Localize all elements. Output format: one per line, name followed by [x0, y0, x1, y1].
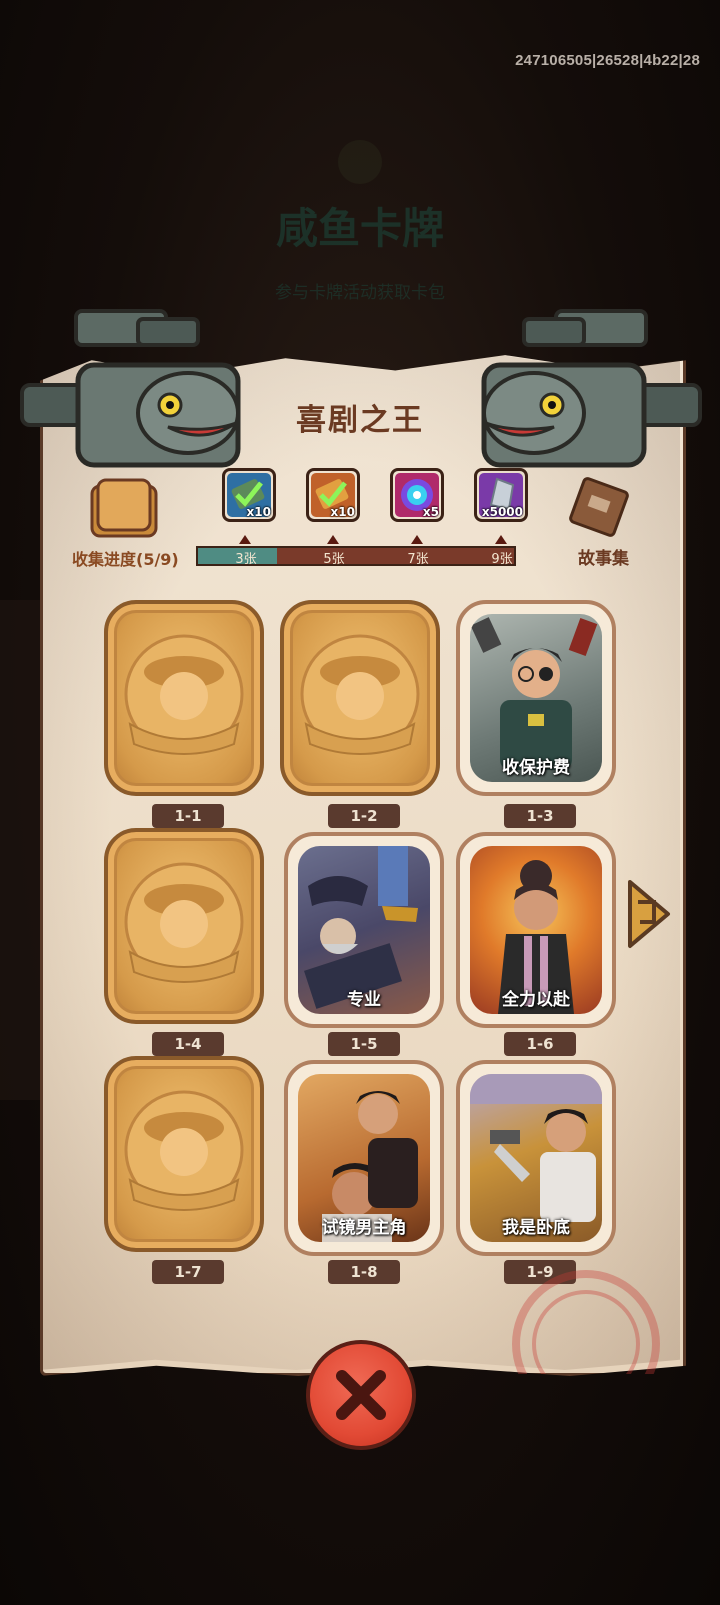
milestone-label: 3张 [235, 552, 257, 567]
card-unlocked[interactable]: 全力以赴 [456, 832, 616, 1028]
story-book-icon[interactable] [566, 474, 632, 538]
card-title: 专业 [347, 990, 381, 1010]
locked-portrait-icon [124, 862, 244, 983]
card-unlocked[interactable]: 收保护费 [456, 600, 616, 796]
milestone-marker [495, 535, 507, 544]
reward-swirl-orb[interactable]: x5 [390, 468, 444, 522]
background-emblem-icon [338, 140, 382, 184]
panel-title: 喜剧之王 [296, 403, 424, 438]
card-number: 1-3 [504, 804, 576, 828]
card-number: 1-6 [504, 1032, 576, 1056]
card-pack-icon[interactable] [88, 478, 160, 540]
stamp-seal-icon [512, 1270, 660, 1374]
card-number: 1-7 [152, 1260, 224, 1284]
close-icon [336, 1370, 386, 1420]
locked-portrait-icon [300, 634, 420, 755]
background-title: 咸鱼卡牌 [275, 204, 444, 253]
background-side-bar [0, 600, 40, 1100]
fish-camera-right-icon [481, 309, 702, 468]
card-locked[interactable] [280, 600, 440, 796]
reward-qty: x5 [422, 505, 439, 519]
card-title: 收保护费 [502, 758, 570, 778]
card-title: 全力以赴 [502, 990, 570, 1010]
card-title: 试镜男主角 [321, 1218, 407, 1238]
milestone-marker [327, 535, 339, 544]
card-locked[interactable] [104, 1056, 264, 1252]
reward-crystal[interactable]: x5000 [474, 468, 528, 522]
close-button[interactable] [306, 1340, 416, 1450]
card-number: 1-2 [328, 804, 400, 828]
reward-qty: x10 [246, 505, 271, 519]
locked-portrait-icon [124, 1090, 244, 1211]
card-title: 我是卧底 [502, 1218, 570, 1238]
card-number: 1-4 [152, 1032, 224, 1056]
card-locked[interactable] [104, 600, 264, 796]
milestone-label: 7张 [407, 552, 429, 567]
background-subtitle: 参与卡牌活动获取卡包 [275, 283, 445, 303]
debug-id: 247106505|26528|4b22|28 [515, 52, 700, 69]
collect-progress-label: 收集进度(5/9) [72, 550, 179, 569]
milestone-label: 9张 [491, 552, 513, 567]
card-number: 1-5 [328, 1032, 400, 1056]
reward-check-ticket-orange[interactable]: x10 [306, 468, 360, 522]
story-collection-label: 故事集 [578, 549, 629, 569]
reward-qty: x5000 [481, 505, 523, 519]
next-page-arrow-icon[interactable] [622, 878, 674, 950]
fish-camera-left-icon [20, 309, 241, 468]
milestone-label: 5张 [323, 552, 345, 567]
card-number: 1-8 [328, 1260, 400, 1284]
card-unlocked[interactable]: 我是卧底 [456, 1060, 616, 1256]
milestone-marker [411, 535, 423, 544]
reward-check-ticket-blue[interactable]: x10 [222, 468, 276, 522]
reward-qty: x10 [330, 505, 355, 519]
card-unlocked[interactable]: 专业 [284, 832, 444, 1028]
milestone-marker [239, 535, 251, 544]
locked-portrait-icon [124, 634, 244, 755]
card-number: 1-1 [152, 804, 224, 828]
card-unlocked[interactable]: 试镜男主角 [284, 1060, 444, 1256]
card-locked[interactable] [104, 828, 264, 1024]
